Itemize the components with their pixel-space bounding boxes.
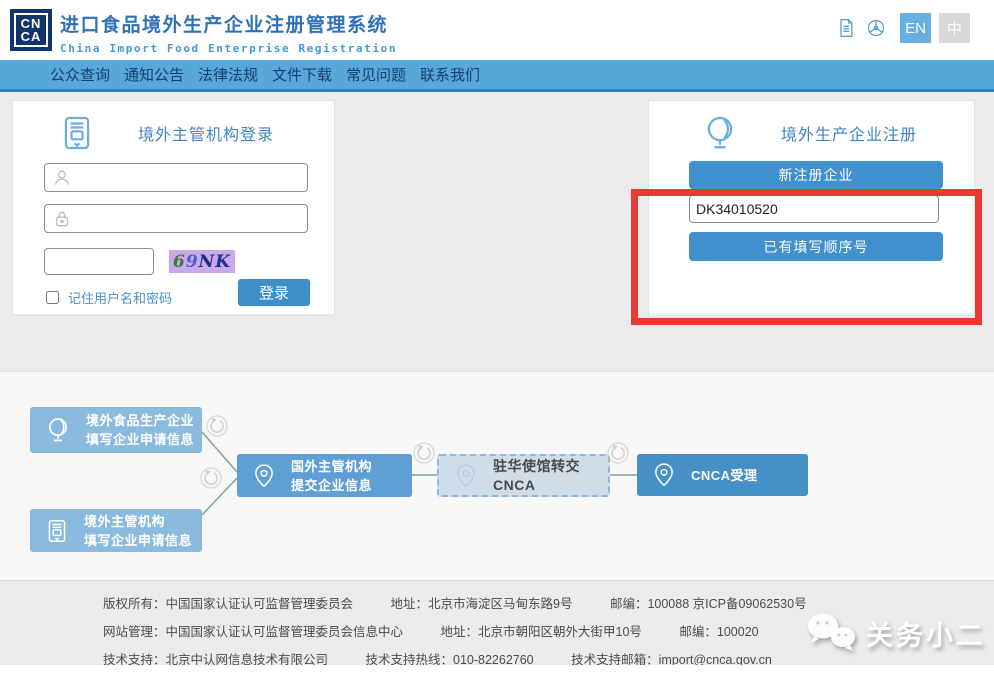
flow-step-cnca-accept: CNCA受理 (637, 454, 808, 496)
remember-label: 记住用户名和密码 (68, 288, 172, 307)
password-input[interactable] (77, 205, 303, 232)
new-register-button[interactable]: 新注册企业 (689, 161, 943, 189)
bottom-strip (0, 665, 994, 681)
card-reader-icon (58, 114, 96, 152)
page-title: 进口食品境外生产企业注册管理系统 (60, 10, 397, 37)
globe-icon (701, 114, 739, 152)
header-actions: EN 中 (836, 12, 970, 44)
nav-item-public-query[interactable]: 公众查询 (48, 64, 110, 85)
captcha-char: 9 (186, 252, 199, 272)
nav-item-contact[interactable]: 联系我们 (418, 64, 480, 85)
register-panel: 境外生产企业注册 新注册企业 已有填写顺序号 (648, 100, 975, 316)
username-field-wrap (44, 163, 308, 192)
flow-step-label: 境外食品生产企业 填写企业申请信息 (86, 411, 194, 449)
captcha-field-wrap (44, 248, 154, 275)
step-arrow-icon (608, 443, 628, 463)
page: CN CA 进口食品境外生产企业注册管理系统 China Import Food… (0, 0, 994, 681)
flow-step-label: CNCA受理 (691, 466, 758, 485)
wechat-bubbles-icon (804, 611, 860, 655)
nav-item-faq[interactable]: 常见问题 (344, 64, 406, 85)
card-reader-icon (44, 518, 70, 544)
page-subtitle: China Import Food Enterprise Registratio… (60, 42, 397, 55)
flow-step-authority-fill: 境外主管机构 填写企业申请信息 (30, 509, 202, 552)
login-panel-header: 境外主管机构登录 (13, 101, 334, 152)
step-arrow-icon (201, 468, 221, 488)
sequence-number-input[interactable] (690, 196, 938, 222)
login-panel: 境外主管机构登录 6 9 N K 记住用户名和密码 (12, 100, 335, 315)
remember-checkbox[interactable] (46, 291, 59, 304)
flow-step-label: 驻华使馆转交CNCA (493, 457, 608, 495)
password-field-wrap (44, 204, 308, 233)
captcha-char: K (215, 252, 231, 272)
flow-step-authority-submit: 国外主管机构 提交企业信息 (237, 454, 412, 497)
watermark: 关务小二 (804, 611, 986, 655)
sequence-field-wrap (689, 195, 939, 223)
flow-step-embassy-forward: 驻华使馆转交CNCA (437, 454, 610, 497)
captcha-image[interactable]: 6 9 N K (169, 250, 235, 273)
footer-row-management: 网站管理：中国国家认证认可监督管理委员会信息中心 地址：北京市朝阳区朝外大街甲1… (103, 621, 807, 640)
nav-item-notices[interactable]: 通知公告 (122, 64, 184, 85)
title-block: 进口食品境外生产企业注册管理系统 China Import Food Enter… (60, 10, 397, 55)
login-button[interactable]: 登录 (238, 279, 310, 306)
register-panel-header: 境外生产企业注册 (649, 101, 974, 152)
step-arrow-icon (207, 416, 227, 436)
step-arrow-icon (414, 443, 434, 463)
lang-en-button[interactable]: EN (900, 13, 931, 43)
login-panel-title: 境外主管机构登录 (138, 121, 274, 145)
nav-item-laws[interactable]: 法律法规 (196, 64, 258, 85)
flow-step-enterprise-fill: 境外食品生产企业 填写企业申请信息 (30, 407, 202, 453)
lock-icon (52, 209, 72, 229)
footer-row-copyright: 版权所有：中国国家认证认可监督管理委员会 地址：北京市海淀区马甸东路9号 邮编：… (103, 593, 807, 612)
register-panel-title: 境外生产企业注册 (781, 121, 917, 145)
nav-item-downloads[interactable]: 文件下载 (270, 64, 332, 85)
captcha-input[interactable] (51, 249, 149, 274)
flow-step-label: 国外主管机构 提交企业信息 (291, 457, 372, 495)
main-nav: 公众查询 通知公告 法律法规 文件下载 常见问题 联系我们 (0, 60, 994, 92)
user-icon (52, 168, 72, 188)
pin-icon (453, 463, 479, 489)
header: CN CA 进口食品境外生产企业注册管理系统 China Import Food… (0, 0, 994, 60)
cnca-logo-letters: CN CA (14, 13, 48, 47)
globe-icon (44, 416, 72, 444)
username-input[interactable] (77, 164, 303, 191)
document-icon[interactable] (836, 18, 856, 38)
pin-icon (251, 463, 277, 489)
flow-section: 境外食品生产企业 填写企业申请信息 境外主管机构 填写企业申请信息 国外主管机构… (0, 371, 994, 580)
wheel-icon[interactable] (866, 18, 886, 38)
flow-step-label: 境外主管机构 填写企业申请信息 (84, 512, 192, 550)
logo-line2: CA (21, 30, 42, 43)
existing-sequence-button[interactable]: 已有填写顺序号 (689, 232, 943, 261)
lang-zh-button[interactable]: 中 (939, 13, 970, 43)
pin-icon (651, 462, 677, 488)
watermark-text: 关务小二 (866, 614, 986, 653)
captcha-char: N (199, 252, 216, 272)
remember-row: 记住用户名和密码 (46, 288, 172, 307)
cnca-logo: CN CA (10, 9, 52, 51)
captcha-char: 6 (173, 252, 186, 272)
footer: 版权所有：中国国家认证认可监督管理委员会 地址：北京市海淀区马甸东路9号 邮编：… (0, 580, 994, 665)
